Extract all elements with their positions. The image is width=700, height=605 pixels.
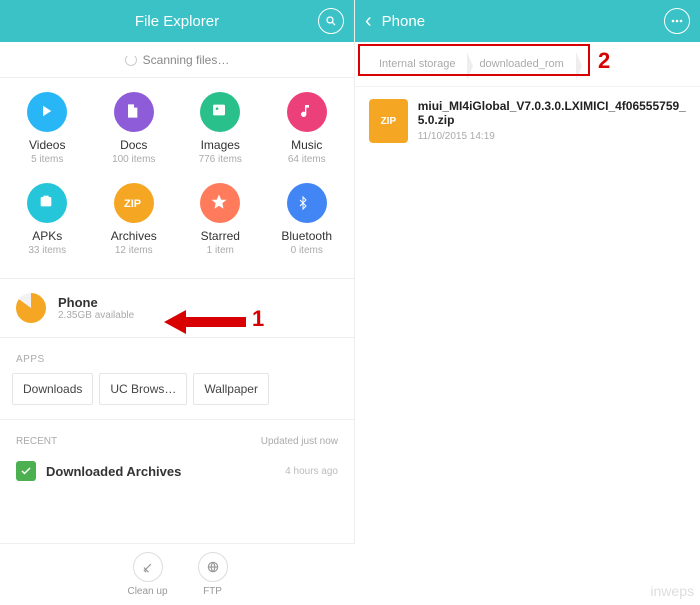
category-count: 12 items: [115, 245, 153, 256]
annotation-label-1: 1: [252, 306, 264, 332]
starred-icon: [200, 183, 240, 223]
images-icon: [200, 92, 240, 132]
recent-label: RECENT: [16, 436, 57, 447]
back-icon[interactable]: ‹: [365, 10, 372, 33]
category-count: 64 items: [288, 154, 326, 165]
category-name: Archives: [111, 229, 157, 243]
category-count: 5 items: [31, 154, 63, 165]
category-bluetooth[interactable]: Bluetooth 0 items: [264, 183, 351, 256]
category-starred[interactable]: Starred 1 item: [177, 183, 264, 256]
docs-icon: [114, 92, 154, 132]
left-header: File Explorer: [0, 0, 354, 42]
watermark: inweps: [650, 583, 694, 599]
ftp-button[interactable]: FTP: [198, 552, 228, 597]
app-title: File Explorer: [36, 13, 318, 30]
zip-icon: ZIP: [369, 99, 408, 143]
category-count: 0 items: [291, 245, 323, 256]
broom-icon: [133, 552, 163, 582]
right-title: Phone: [382, 13, 425, 30]
right-header: ‹ Phone: [355, 0, 700, 42]
scanning-text: Scanning files…: [143, 53, 230, 67]
cleanup-button[interactable]: Clean up: [127, 552, 167, 597]
recent-item-title: Downloaded Archives: [46, 464, 181, 479]
file-name: miui_MI4iGlobal_V7.0.3.0.LXIMICI_4f06555…: [418, 99, 686, 127]
file-meta: 11/10/2015 14:19: [418, 131, 686, 142]
storage-pie-icon: [16, 293, 46, 323]
videos-icon: [27, 92, 67, 132]
ftp-label: FTP: [203, 586, 222, 597]
svg-text:ZIP: ZIP: [124, 198, 141, 210]
scanning-bar: Scanning files…: [0, 42, 354, 78]
spinner-icon: [125, 54, 137, 66]
recent-updated: Updated just now: [261, 436, 338, 447]
recent-item[interactable]: Downloaded Archives 4 hours ago: [0, 455, 354, 487]
archive-icon: [16, 461, 36, 481]
category-apks[interactable]: APKs 33 items: [4, 183, 91, 256]
crumb-internal-storage[interactable]: Internal storage: [367, 52, 467, 76]
apps-section-label: APPS: [0, 337, 354, 373]
apks-icon: [27, 183, 67, 223]
cleanup-label: Clean up: [127, 586, 167, 597]
app-chip[interactable]: Wallpaper: [193, 373, 269, 405]
more-icon[interactable]: [664, 8, 690, 34]
category-count: 100 items: [112, 154, 155, 165]
search-icon[interactable]: [318, 8, 344, 34]
category-count: 33 items: [28, 245, 66, 256]
bluetooth-icon: [287, 183, 327, 223]
annotation-label-2: 2: [598, 48, 610, 74]
category-docs[interactable]: Docs 100 items: [91, 92, 178, 165]
breadcrumb: Internal storage downloaded_rom: [355, 42, 700, 87]
music-icon: [287, 92, 327, 132]
category-count: 776 items: [199, 154, 242, 165]
storage-available: 2.35GB available: [58, 310, 134, 321]
recent-header: RECENT Updated just now: [0, 419, 354, 455]
app-chip[interactable]: Downloads: [12, 373, 93, 405]
apps-row: DownloadsUC Brows…Wallpaper: [0, 373, 354, 419]
storage-phone[interactable]: Phone 2.35GB available: [0, 278, 354, 337]
category-archives[interactable]: ZIP Archives 12 items: [91, 183, 178, 256]
category-grid: Videos 5 items Docs 100 items Images 776 item…: [0, 78, 354, 278]
recent-item-time: 4 hours ago: [285, 466, 338, 477]
category-name: Videos: [29, 138, 65, 152]
category-name: Docs: [120, 138, 147, 152]
file-row[interactable]: ZIP miui_MI4iGlobal_V7.0.3.0.LXIMICI_4f0…: [355, 87, 700, 155]
category-name: Music: [291, 138, 322, 152]
ftp-icon: [198, 552, 228, 582]
archives-icon: ZIP: [114, 183, 154, 223]
category-videos[interactable]: Videos 5 items: [4, 92, 91, 165]
category-count: 1 item: [207, 245, 234, 256]
category-name: APKs: [32, 229, 62, 243]
category-name: Images: [201, 138, 240, 152]
bottom-bar: Clean up FTP: [0, 543, 355, 605]
category-name: Bluetooth: [281, 229, 332, 243]
crumb-downloaded-rom[interactable]: downloaded_rom: [467, 52, 575, 76]
storage-name: Phone: [58, 295, 134, 310]
category-music[interactable]: Music 64 items: [264, 92, 351, 165]
app-chip[interactable]: UC Brows…: [99, 373, 187, 405]
category-images[interactable]: Images 776 items: [177, 92, 264, 165]
category-name: Starred: [201, 229, 240, 243]
